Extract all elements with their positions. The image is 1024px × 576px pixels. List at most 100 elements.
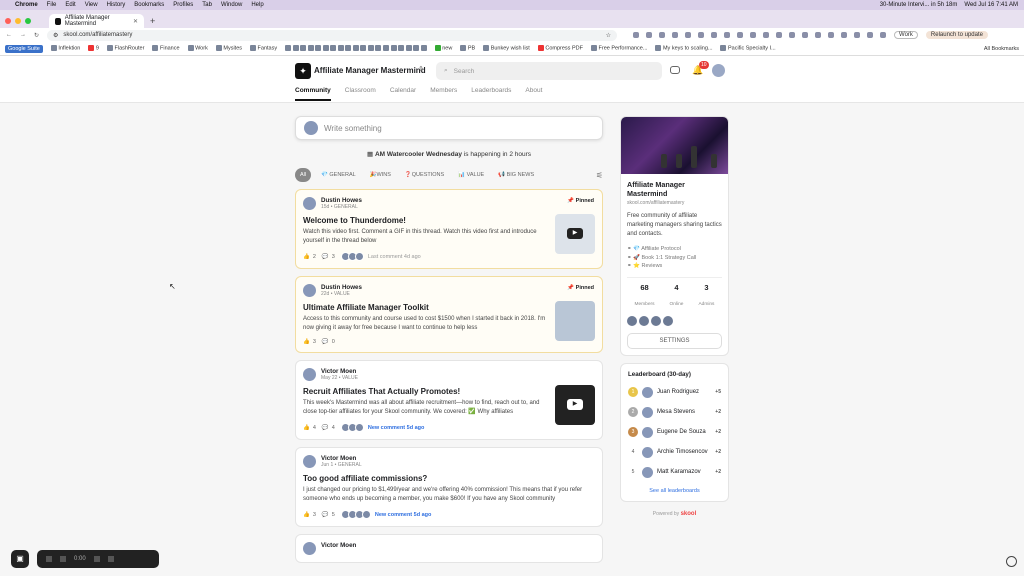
event-banner[interactable]: ▦ AM Watercooler Wednesday is happening … [295, 150, 603, 158]
post-image-thumbnail[interactable] [555, 301, 595, 341]
stat-admins[interactable]: 3 Admins [698, 283, 714, 310]
camera-icon[interactable]: ▣ [11, 550, 29, 568]
stat-online[interactable]: 4 Online [670, 283, 684, 310]
bookmark-item[interactable]: Finance [152, 45, 180, 52]
extension-icon[interactable] [789, 32, 796, 38]
calendar-reminder[interactable]: 30-Minute Intervi... in 5h 18m [880, 2, 958, 8]
post-card[interactable]: Victor Moen Jun 1 • GENERAL Too good aff… [295, 447, 603, 527]
extension-icon[interactable] [750, 32, 757, 38]
avatar[interactable] [303, 455, 316, 468]
bookmark-google-suite[interactable]: Google Suite [5, 44, 43, 53]
clock[interactable]: Wed Jul 16 7:41 AM [964, 2, 1018, 8]
extension-icon[interactable] [724, 32, 731, 38]
like-button[interactable]: 👍 3 [303, 339, 316, 345]
leaderboard-row[interactable]: 2 Mesa Stevens +2 [628, 406, 721, 418]
post-card[interactable]: Victor Moen [295, 534, 603, 563]
menu-window[interactable]: Window [221, 2, 242, 8]
avatar[interactable] [627, 315, 637, 326]
pause-icon[interactable] [60, 556, 66, 562]
bookmark-item[interactable]: Fantasy [250, 45, 277, 52]
bookmark-star-icon[interactable]: ☆ [606, 32, 611, 39]
leaderboard-row[interactable]: 4 Archie Timosencov +2 [628, 446, 721, 458]
extension-icon[interactable] [685, 32, 692, 38]
post-author[interactable]: Victor Moen [321, 542, 356, 549]
extension-icon[interactable] [763, 32, 770, 38]
like-button[interactable]: 👍 4 [303, 425, 316, 431]
extension-icon[interactable] [776, 32, 783, 38]
bookmark-item[interactable]: Mysites [215, 45, 242, 52]
close-window-icon[interactable] [5, 18, 11, 24]
bookmark-item[interactable]: FlashRouter [106, 45, 144, 52]
extension-icon[interactable] [659, 32, 666, 38]
comment-button[interactable]: 💬 3 [322, 254, 335, 260]
bookmark-item[interactable]: My keys to scaling... [655, 45, 712, 52]
zoom-window-icon[interactable] [25, 18, 31, 24]
bookmark-item[interactable]: Free Performance... [590, 45, 647, 52]
extension-icon[interactable] [815, 32, 822, 38]
browser-tab[interactable]: Affiliate Manager Mastermind ✕ [49, 14, 144, 28]
extension-icon[interactable] [646, 32, 653, 38]
category-wins[interactable]: 🎉WINS [366, 169, 395, 181]
tab-calendar[interactable]: Calendar [390, 87, 416, 101]
extension-icon[interactable] [867, 32, 874, 38]
category-general[interactable]: 💎 GENERAL [317, 169, 360, 181]
extension-icon[interactable] [828, 32, 835, 38]
avatar[interactable] [712, 64, 725, 77]
category-value[interactable]: 📊 VALUE [454, 169, 488, 181]
minimize-window-icon[interactable] [15, 18, 21, 24]
extension-icon[interactable] [802, 32, 809, 38]
bookmark-item[interactable]: Pacific Specialty I... [720, 45, 776, 52]
new-tab-icon[interactable]: + [150, 14, 155, 28]
menu-help[interactable]: Help [251, 2, 263, 8]
reload-icon[interactable]: ↻ [34, 32, 39, 39]
tab-members[interactable]: Members [430, 87, 457, 101]
close-tab-icon[interactable]: ✕ [133, 18, 138, 25]
group-switcher-icon[interactable]: ⇕ [418, 65, 424, 73]
back-icon[interactable]: ← [6, 32, 12, 38]
stat-members[interactable]: 68 Members [635, 283, 655, 310]
avatar[interactable] [663, 315, 673, 326]
profile-button[interactable]: Work [894, 31, 918, 39]
category-questions[interactable]: ❓QUESTIONS [401, 169, 448, 181]
menu-profiles[interactable]: Profiles [173, 2, 193, 8]
menu-tab[interactable]: Tab [202, 2, 212, 8]
avatar[interactable] [303, 542, 316, 555]
site-info-icon[interactable]: ⚙ [53, 32, 58, 39]
bookmark-item[interactable]: Inflektion [50, 45, 80, 52]
search-input[interactable]: ⌕ Search [436, 62, 662, 80]
link-reviews[interactable]: ⚭ ⭐ Reviews [627, 262, 722, 271]
group-logo-icon[interactable]: ✦ [295, 63, 311, 79]
like-button[interactable]: 👍 2 [303, 254, 316, 260]
bookmark-item[interactable]: Compress PDF [537, 45, 583, 52]
write-post-input[interactable]: Write something [295, 116, 603, 140]
filter-icon[interactable]: ⚟ [596, 171, 603, 180]
relaunch-button[interactable]: Relaunch to update [925, 31, 988, 39]
extension-icon[interactable] [854, 32, 861, 38]
tab-leaderboards[interactable]: Leaderboards [471, 87, 511, 101]
post-title[interactable]: Recruit Affiliates That Actually Promote… [303, 387, 595, 396]
post-title[interactable]: Welcome to Thunderdome! [303, 216, 595, 225]
link-affiliate-protocol[interactable]: ⚭ 💎 Affiliate Protocol [627, 245, 722, 254]
post-author[interactable]: Dustin Howes [321, 197, 362, 204]
all-bookmarks[interactable]: All Bookmarks [984, 46, 1019, 52]
avatar[interactable] [303, 368, 316, 381]
extension-icon[interactable] [711, 32, 718, 38]
post-video-thumbnail[interactable]: ▶ [555, 385, 595, 425]
category-big-news[interactable]: 📢 BIG NEWS [494, 169, 538, 181]
comment-button[interactable]: 💬 5 [322, 512, 335, 518]
bookmark-item[interactable]: Work [187, 45, 208, 52]
recorder-badge-icon[interactable] [1006, 556, 1017, 567]
bookmark-item[interactable]: 9 [88, 45, 99, 52]
extension-icon[interactable] [737, 32, 744, 38]
url-field[interactable]: ⚙ skool.com/affiliatemastery ☆ [47, 29, 618, 41]
bookmark-item[interactable]: new [434, 45, 452, 52]
menu-view[interactable]: View [85, 2, 98, 8]
bookmark-item[interactable]: PB [460, 45, 475, 52]
extension-icon[interactable] [672, 32, 679, 38]
post-title[interactable]: Ultimate Affiliate Manager Toolkit [303, 303, 595, 312]
avatar[interactable] [303, 284, 316, 297]
post-card[interactable]: Victor Moen May 22 • VALUE Recruit Affil… [295, 360, 603, 440]
post-author[interactable]: Dustin Howes [321, 284, 362, 291]
group-name[interactable]: Affiliate Manager Mastermind [314, 66, 426, 75]
category-all[interactable]: All [295, 168, 311, 182]
